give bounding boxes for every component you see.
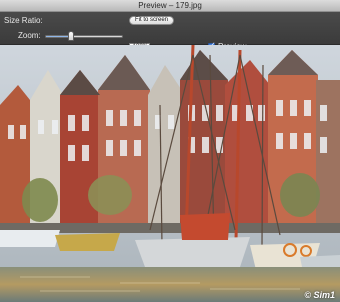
- zoom-slider-track[interactable]: [45, 35, 123, 38]
- size-ratio-label: Size Ratio:: [4, 16, 43, 25]
- toolbar: Size Ratio: Fit to screen Zoom: 100% ✓ P…: [0, 12, 340, 52]
- zoom-slider-knob[interactable]: [67, 31, 74, 41]
- window-title: Preview – 179.jpg: [138, 1, 202, 10]
- preview-image: © Sim1: [0, 45, 340, 302]
- preview-window: Preview – 179.jpg Size Ratio: Fit to scr…: [0, 0, 340, 302]
- fit-to-screen-button[interactable]: Fit to screen: [129, 16, 174, 25]
- watermark-text: © Sim1: [304, 290, 335, 300]
- zoom-label: Zoom:: [18, 31, 41, 40]
- title-bar[interactable]: Preview – 179.jpg: [0, 0, 340, 12]
